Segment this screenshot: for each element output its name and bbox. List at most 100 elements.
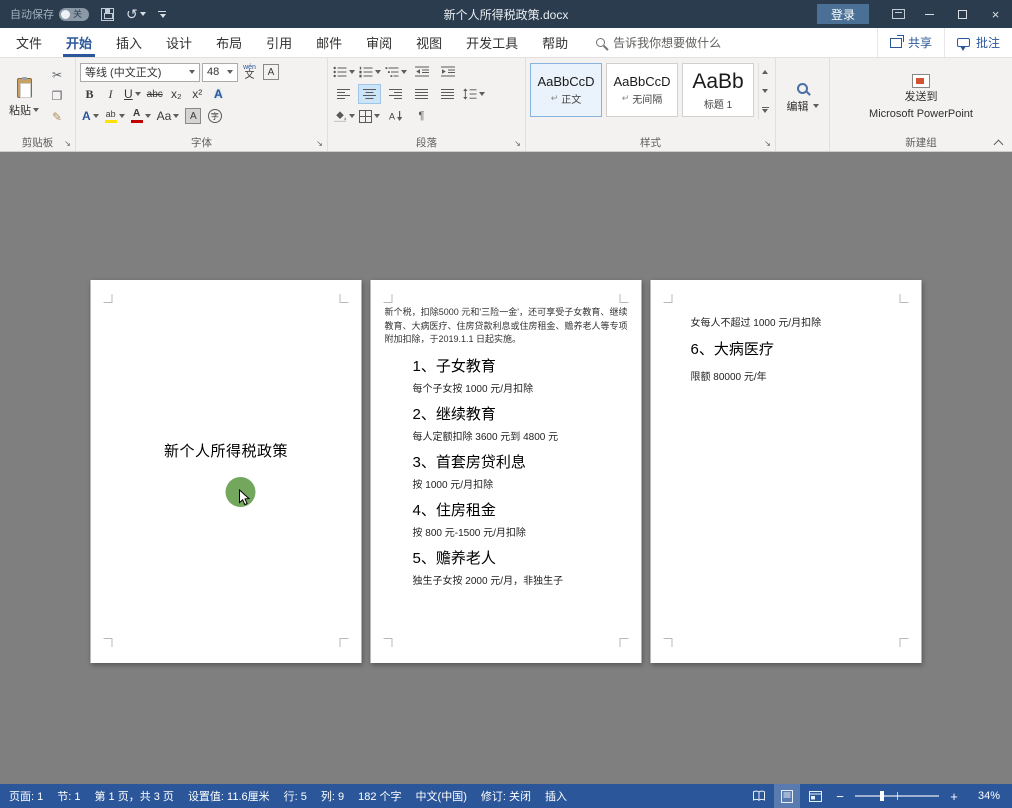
ribbon: 粘贴 ✂ ❐ ✎ 剪贴板↘ 等线 (中文正文) 48 wén文 A B bbox=[0, 58, 1012, 152]
shading-button[interactable] bbox=[332, 106, 355, 126]
highlight-color-button[interactable]: ab bbox=[103, 106, 127, 126]
bold-button[interactable]: B bbox=[80, 84, 99, 104]
web-layout-button[interactable] bbox=[802, 784, 828, 808]
autosave-switch-icon[interactable]: 关 bbox=[59, 8, 89, 21]
clear-formatting-button[interactable]: A bbox=[209, 84, 228, 104]
distribute-button[interactable] bbox=[436, 84, 459, 104]
editing-button[interactable]: 编辑 bbox=[776, 58, 829, 134]
tell-me-search[interactable]: 告诉我你想要做什么 bbox=[596, 28, 721, 57]
font-dialog-launcher[interactable]: ↘ bbox=[314, 138, 325, 149]
format-painter-button[interactable]: ✎ bbox=[46, 107, 68, 126]
status-column[interactable]: 列: 9 bbox=[314, 788, 351, 804]
maximize-button[interactable] bbox=[946, 0, 979, 28]
close-button[interactable]: × bbox=[979, 0, 1012, 28]
styles-gallery-more-button[interactable] bbox=[759, 100, 771, 119]
style-normal[interactable]: AaBbCcD ↵正文 bbox=[530, 63, 602, 117]
strikethrough-button[interactable]: abc bbox=[145, 84, 165, 104]
numbering-button[interactable] bbox=[358, 62, 381, 82]
underline-button[interactable]: U bbox=[122, 84, 143, 104]
print-layout-button[interactable] bbox=[774, 784, 800, 808]
font-size-caret-icon bbox=[227, 70, 233, 74]
font-name-combo[interactable]: 等线 (中文正文) bbox=[80, 63, 200, 82]
tab-view[interactable]: 视图 bbox=[404, 28, 454, 57]
tab-home[interactable]: 开始 bbox=[54, 28, 104, 57]
comments-button[interactable]: 批注 bbox=[944, 28, 1012, 57]
enclose-characters-button[interactable]: 字 bbox=[205, 106, 224, 126]
status-line[interactable]: 行: 5 bbox=[277, 788, 314, 804]
doc-item-heading: 4、住房租金 bbox=[413, 499, 632, 520]
paragraph-dialog-launcher[interactable]: ↘ bbox=[512, 138, 523, 149]
status-word-count[interactable]: 182 个字 bbox=[351, 788, 408, 804]
sign-in-button[interactable]: 登录 bbox=[817, 4, 869, 24]
styles-scroll-down-button[interactable] bbox=[759, 82, 771, 101]
clipboard-dialog-launcher[interactable]: ↘ bbox=[62, 138, 73, 149]
read-mode-button[interactable] bbox=[746, 784, 772, 808]
increase-indent-button[interactable] bbox=[436, 62, 459, 82]
superscript-button[interactable]: x² bbox=[188, 84, 207, 104]
undo-button[interactable]: ↺ bbox=[126, 6, 146, 23]
tab-mailings[interactable]: 邮件 bbox=[304, 28, 354, 57]
zoom-in-button[interactable]: + bbox=[944, 789, 964, 804]
status-vertical-position[interactable]: 设置值: 11.6厘米 bbox=[181, 788, 277, 804]
decrease-indent-icon bbox=[415, 66, 429, 78]
align-right-button[interactable] bbox=[384, 84, 407, 104]
status-page-number[interactable]: 页面: 1 bbox=[2, 788, 50, 804]
send-to-powerpoint-button[interactable]: 发送到 Microsoft PowerPoint bbox=[859, 72, 983, 124]
line-spacing-button[interactable] bbox=[462, 84, 485, 104]
tab-help[interactable]: 帮助 bbox=[530, 28, 580, 57]
phonetic-guide-button[interactable]: wén文 bbox=[240, 62, 259, 82]
minimize-button[interactable] bbox=[913, 0, 946, 28]
page-1[interactable]: 新个人所得税政策 bbox=[91, 280, 362, 663]
font-color-button[interactable]: A bbox=[129, 106, 153, 126]
status-insert-mode[interactable]: 插入 bbox=[538, 788, 574, 804]
font-size-combo[interactable]: 48 bbox=[202, 63, 238, 82]
decrease-indent-button[interactable] bbox=[410, 62, 433, 82]
status-section[interactable]: 节: 1 bbox=[50, 788, 87, 804]
subscript-button[interactable]: x₂ bbox=[167, 84, 186, 104]
status-page-of-pages[interactable]: 第 1 页，共 3 页 bbox=[87, 788, 180, 804]
styles-scroll-up-button[interactable] bbox=[759, 63, 771, 82]
align-left-button[interactable] bbox=[332, 84, 355, 104]
zoom-slider-thumb[interactable] bbox=[880, 791, 884, 801]
cut-button[interactable]: ✂ bbox=[46, 65, 68, 84]
zoom-slider[interactable] bbox=[855, 795, 939, 797]
page-3[interactable]: 女每人不超过 1000 元/月扣除 6、大病医疗 限额 80000 元/年 bbox=[651, 280, 922, 663]
show-formatting-marks-button[interactable]: ¶ bbox=[410, 106, 433, 126]
tab-design[interactable]: 设计 bbox=[154, 28, 204, 57]
styles-dialog-launcher[interactable]: ↘ bbox=[762, 138, 773, 149]
tab-layout[interactable]: 布局 bbox=[204, 28, 254, 57]
tab-references[interactable]: 引用 bbox=[254, 28, 304, 57]
borders-button[interactable] bbox=[358, 106, 381, 126]
text-effects-button[interactable]: A bbox=[80, 106, 101, 126]
character-border-button[interactable]: A bbox=[261, 62, 281, 82]
customize-qat-button[interactable] bbox=[158, 11, 166, 18]
tab-review[interactable]: 审阅 bbox=[354, 28, 404, 57]
autosave-toggle[interactable]: 自动保存 关 bbox=[10, 6, 89, 22]
crop-mark bbox=[104, 638, 113, 647]
paste-button[interactable]: 粘贴 bbox=[4, 62, 44, 134]
sort-button[interactable]: A bbox=[384, 106, 407, 126]
copy-button[interactable]: ❐ bbox=[46, 86, 68, 105]
style-heading-1[interactable]: AaBb 标题 1 bbox=[682, 63, 754, 117]
zoom-out-button[interactable]: − bbox=[830, 789, 850, 804]
align-center-button[interactable] bbox=[358, 84, 381, 104]
style-no-spacing[interactable]: AaBbCcD ↵无间隔 bbox=[606, 63, 678, 117]
tab-developer[interactable]: 开发工具 bbox=[454, 28, 530, 57]
tab-insert[interactable]: 插入 bbox=[104, 28, 154, 57]
change-case-button[interactable]: Aa bbox=[155, 106, 182, 126]
save-icon[interactable] bbox=[101, 8, 114, 21]
bullets-button[interactable] bbox=[332, 62, 355, 82]
status-language[interactable]: 中文(中国) bbox=[409, 788, 474, 804]
multilevel-list-button[interactable] bbox=[384, 62, 407, 82]
undo-caret-icon[interactable] bbox=[140, 12, 146, 16]
italic-button[interactable]: I bbox=[101, 84, 120, 104]
collapse-ribbon-button[interactable] bbox=[994, 138, 1003, 147]
tab-file[interactable]: 文件 bbox=[4, 28, 54, 57]
zoom-level[interactable]: 34% bbox=[966, 790, 1006, 802]
character-shading-button[interactable]: A bbox=[183, 106, 203, 126]
share-button[interactable]: 共享 bbox=[877, 28, 944, 57]
page-2[interactable]: 新个税，扣除5000 元和'三险一金'，还可享受子女教育、继续教育、大病医疗、住… bbox=[371, 280, 642, 663]
status-track-changes[interactable]: 修订: 关闭 bbox=[474, 788, 538, 804]
justify-button[interactable] bbox=[410, 84, 433, 104]
ribbon-display-options-button[interactable] bbox=[883, 0, 913, 28]
